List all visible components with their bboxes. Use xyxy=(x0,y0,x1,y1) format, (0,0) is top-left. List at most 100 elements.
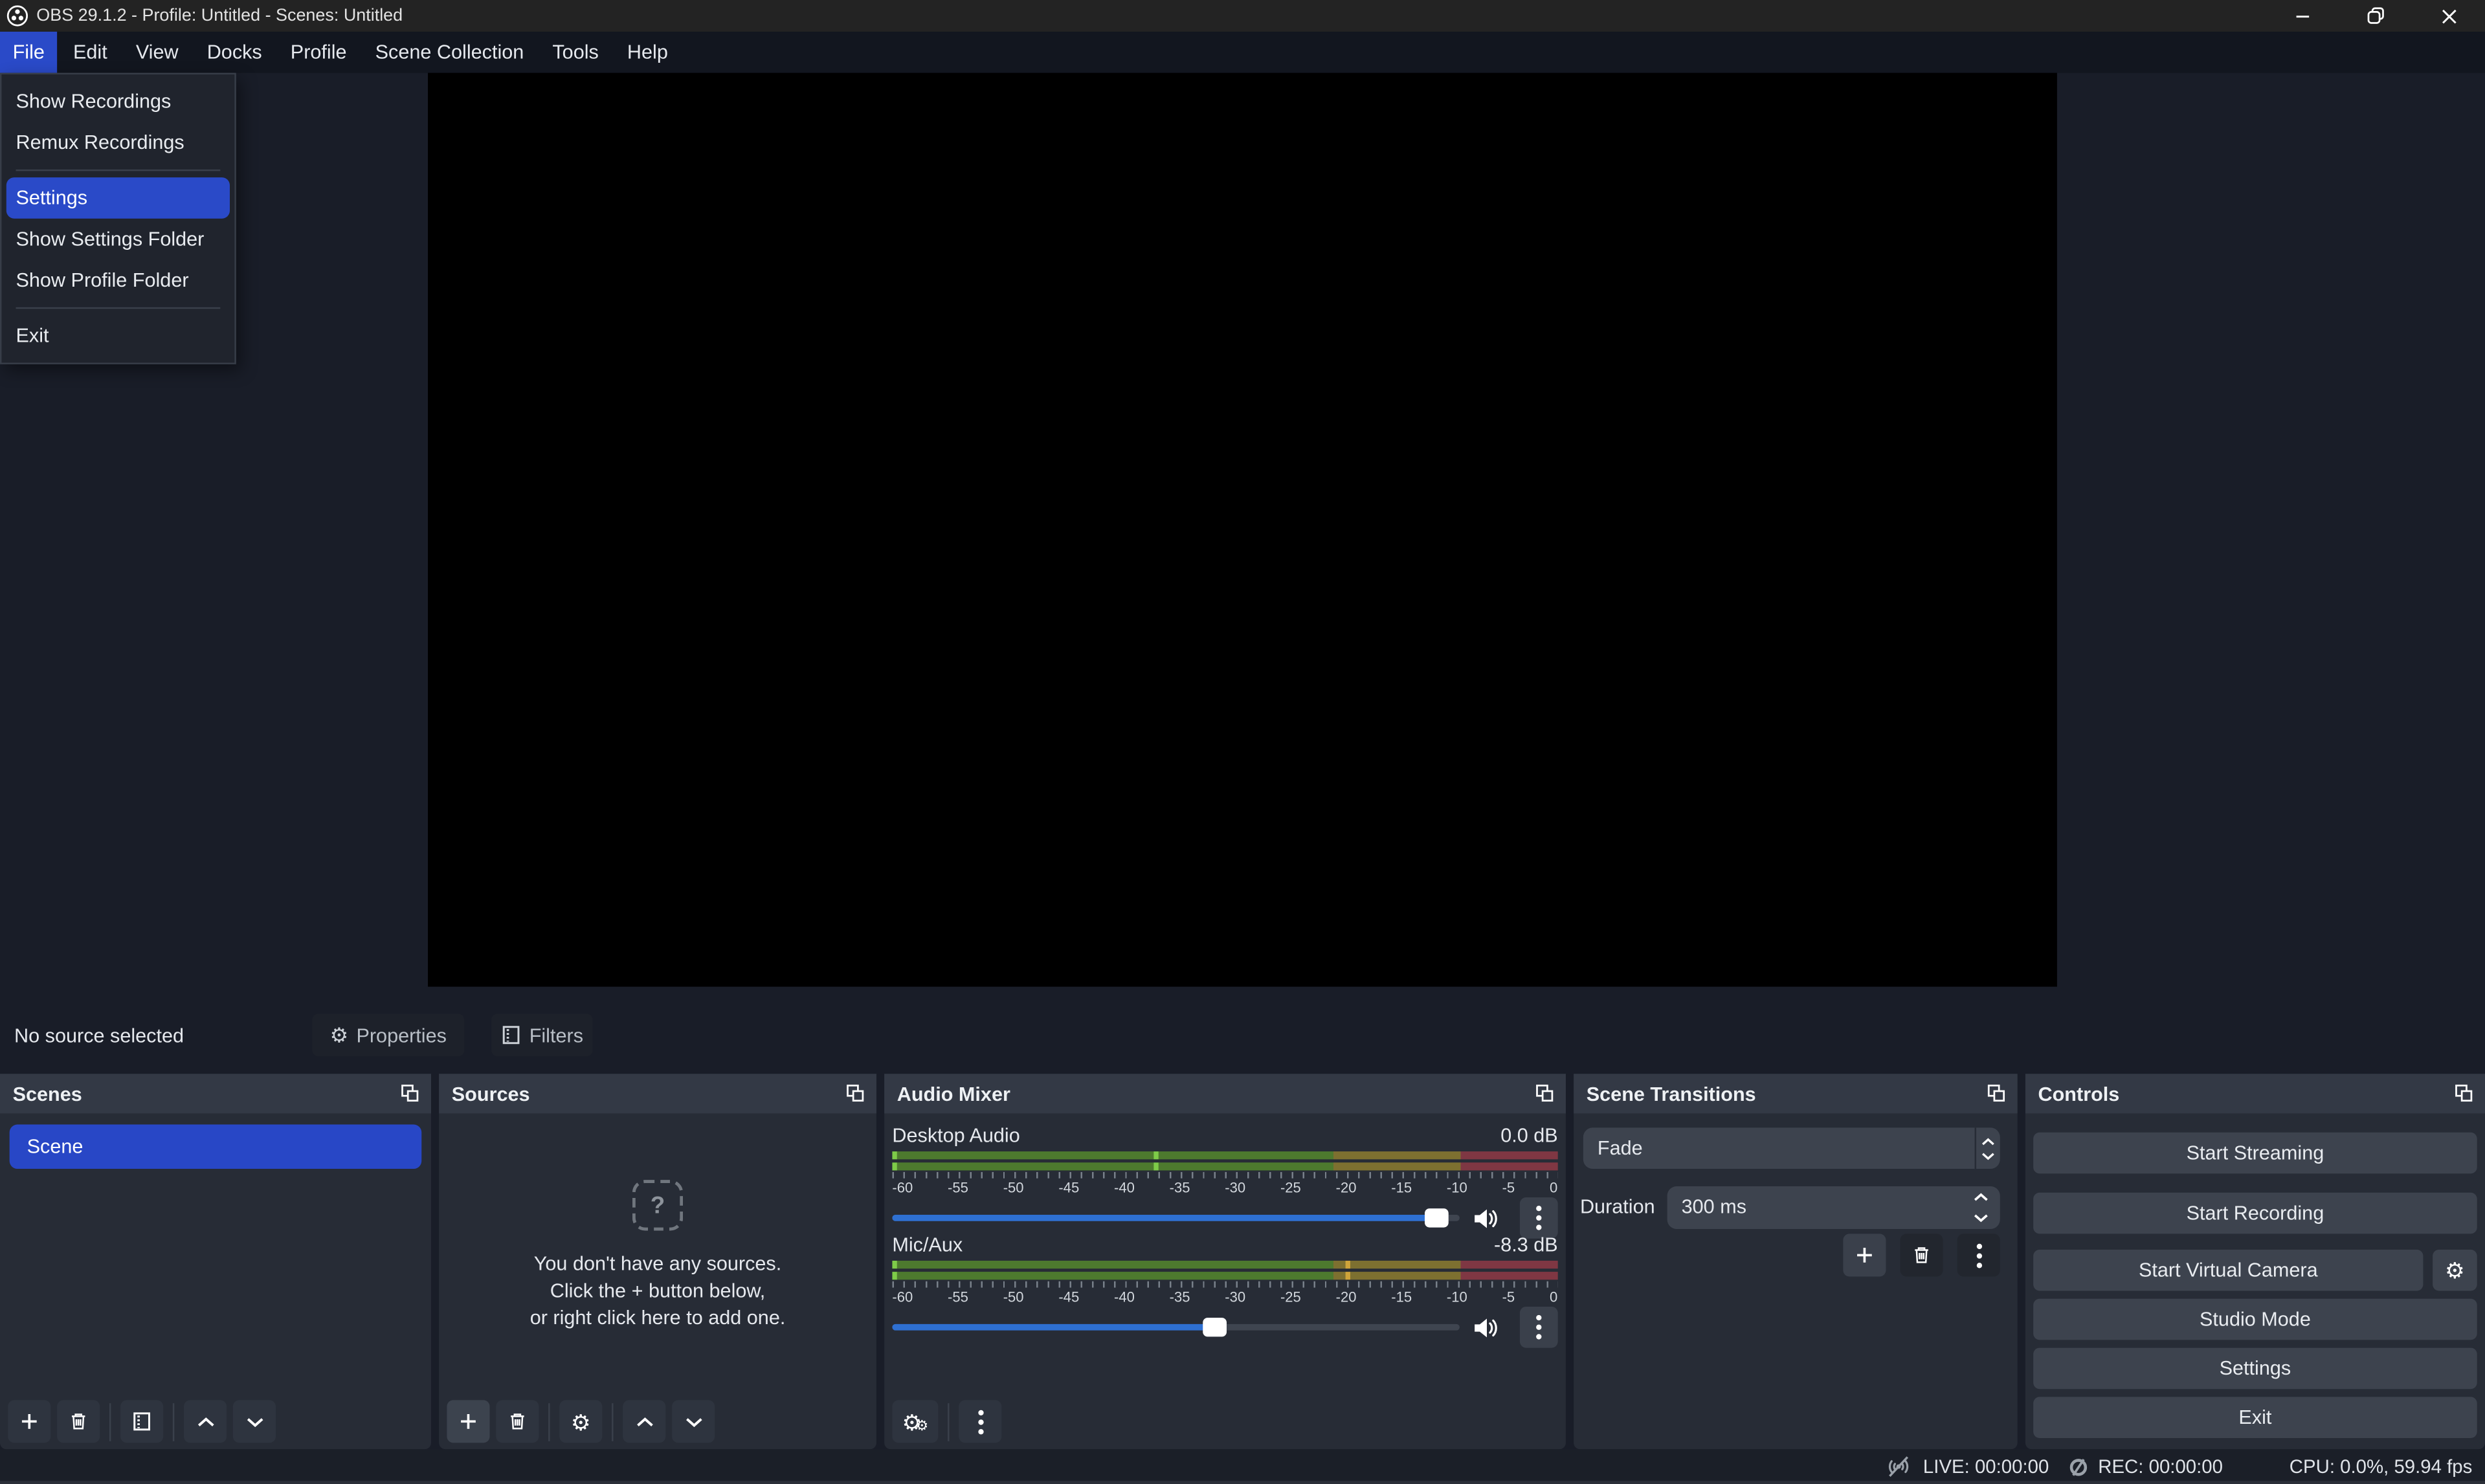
volume-slider[interactable] xyxy=(892,1215,1459,1221)
scene-transitions-panel-header[interactable]: Scene Transitions xyxy=(1574,1074,2018,1113)
preview-canvas[interactable] xyxy=(428,73,2057,987)
duration-decrement[interactable] xyxy=(1973,1213,1989,1223)
advanced-audio-button[interactable]: ⚙⚙ xyxy=(892,1400,938,1443)
scenes-toolbar xyxy=(8,1400,276,1443)
settings-button[interactable]: Settings xyxy=(2033,1348,2477,1390)
sources-empty-state: ? You don't have any sources. Click the … xyxy=(439,1180,876,1332)
obs-main-window: OBS 29.1.2 - Profile: Untitled - Scenes:… xyxy=(0,0,2485,1484)
meter-tick-label: -25 xyxy=(1280,1180,1301,1195)
toolbar-separator xyxy=(173,1402,174,1441)
start-streaming-button[interactable]: Start Streaming xyxy=(2033,1133,2477,1174)
gear-icon: ⚙ xyxy=(330,1024,349,1045)
file-menu-show-profile-folder[interactable]: Show Profile Folder xyxy=(1,260,234,301)
volume-slider-handle[interactable] xyxy=(1424,1208,1448,1227)
duration-input[interactable]: 300 ms xyxy=(1667,1186,2000,1229)
meter-tick-label: -20 xyxy=(1336,1180,1357,1195)
menu-separator xyxy=(16,170,220,171)
add-scene-button[interactable] xyxy=(8,1400,50,1443)
volume-slider-handle[interactable] xyxy=(1203,1318,1227,1336)
meter-tick-label: 0 xyxy=(1550,1180,1557,1195)
file-menu-dropdown: Show Recordings Remux Recordings Setting… xyxy=(0,73,236,364)
menu-help[interactable]: Help xyxy=(614,32,680,73)
menu-file[interactable]: File xyxy=(0,32,58,73)
add-source-button[interactable] xyxy=(447,1400,489,1443)
studio-mode-button[interactable]: Studio Mode xyxy=(2033,1299,2477,1340)
toolbar-separator xyxy=(548,1402,550,1441)
transition-menu-button[interactable] xyxy=(1957,1234,2000,1276)
speaker-icon[interactable] xyxy=(1472,1206,1499,1230)
rec-time-label: REC: 00:00:00 xyxy=(2098,1456,2223,1478)
file-menu-show-recordings[interactable]: Show Recordings xyxy=(1,81,234,122)
move-scene-down-button[interactable] xyxy=(233,1400,276,1443)
menu-view[interactable]: View xyxy=(123,32,191,73)
menu-tools[interactable]: Tools xyxy=(540,32,612,73)
volume-meter xyxy=(892,1261,1557,1279)
filters-button[interactable]: Filters xyxy=(491,1013,593,1056)
file-menu-exit[interactable]: Exit xyxy=(1,315,234,357)
volume-slider[interactable] xyxy=(892,1324,1459,1331)
sources-empty-area[interactable]: ? You don't have any sources. Click the … xyxy=(439,1113,876,1449)
start-recording-button[interactable]: Start Recording xyxy=(2033,1193,2477,1234)
move-source-down-button[interactable] xyxy=(672,1400,715,1443)
mixer-menu-button[interactable] xyxy=(959,1400,1001,1443)
menu-profile[interactable]: Profile xyxy=(278,32,359,73)
move-source-up-button[interactable] xyxy=(623,1400,665,1443)
start-virtual-camera-button[interactable]: Start Virtual Camera xyxy=(2033,1250,2423,1291)
meter-tick-label: -35 xyxy=(1170,1289,1190,1305)
file-menu-remux-recordings[interactable]: Remux Recordings xyxy=(1,122,234,163)
remove-transition-button[interactable] xyxy=(1900,1234,1943,1276)
mixer-toolbar: ⚙⚙ xyxy=(892,1400,1001,1443)
menubar: File Edit View Docks Profile Scene Colle… xyxy=(0,32,2485,73)
minimize-button[interactable] xyxy=(2266,0,2339,32)
dock-area: Scenes Scene Sou xyxy=(0,1074,2485,1449)
speaker-icon[interactable] xyxy=(1472,1315,1499,1339)
duration-increment[interactable] xyxy=(1973,1193,1989,1202)
meter-tick-labels: -60-55-50-45-40-35-30-25-20-15-10-50 xyxy=(892,1289,1557,1305)
remove-scene-button[interactable] xyxy=(57,1400,100,1443)
restore-button[interactable] xyxy=(2339,0,2413,32)
add-transition-button[interactable] xyxy=(1843,1234,1886,1276)
close-button[interactable] xyxy=(2412,0,2485,32)
exit-button[interactable]: Exit xyxy=(2033,1397,2477,1438)
filter-icon xyxy=(501,1024,522,1045)
scene-transitions-panel: Scene Transitions Fade Duration 300 ms xyxy=(1574,1074,2018,1449)
meter-tick-label: -10 xyxy=(1447,1289,1467,1305)
scene-list-item[interactable]: Scene xyxy=(10,1125,422,1169)
meter-tick-label: -10 xyxy=(1447,1180,1467,1195)
channel-name-label: Mic/Aux xyxy=(892,1234,963,1256)
menu-edit[interactable]: Edit xyxy=(60,32,120,73)
file-menu-settings[interactable]: Settings xyxy=(6,177,230,219)
properties-button[interactable]: ⚙ Properties xyxy=(312,1013,464,1056)
remove-source-button[interactable] xyxy=(496,1400,539,1443)
menu-scene-collection[interactable]: Scene Collection xyxy=(362,32,537,73)
plus-icon xyxy=(19,1411,39,1432)
scenes-panel-header[interactable]: Scenes xyxy=(0,1074,431,1113)
menu-docks[interactable]: Docks xyxy=(194,32,274,73)
meter-tick-label: -25 xyxy=(1280,1289,1301,1305)
source-properties-button[interactable]: ⚙ xyxy=(559,1400,602,1443)
gear-icon: ⚙ xyxy=(2445,1259,2465,1281)
statusbar: LIVE: 00:00:00 REC: 00:00:00 CPU: 0.0%, … xyxy=(0,1449,2485,1484)
file-menu-show-settings-folder[interactable]: Show Settings Folder xyxy=(1,219,234,260)
channel-db-label: -8.3 dB xyxy=(1494,1234,1558,1256)
live-time-label: LIVE: 00:00:00 xyxy=(1923,1456,2049,1478)
virtual-camera-config-button[interactable]: ⚙ xyxy=(2433,1250,2477,1291)
transition-select[interactable]: Fade xyxy=(1583,1127,2000,1169)
move-scene-up-button[interactable] xyxy=(184,1400,227,1443)
filter-icon xyxy=(131,1411,152,1432)
chevron-down-icon xyxy=(684,1415,702,1428)
audio-mixer-panel-header[interactable]: Audio Mixer xyxy=(884,1074,1566,1113)
controls-panel-header[interactable]: Controls xyxy=(2025,1074,2485,1113)
gear-icon: ⚙ xyxy=(571,1410,591,1432)
sources-panel-header[interactable]: Sources xyxy=(439,1074,876,1113)
toolbar-separator xyxy=(948,1402,949,1441)
channel-menu-button[interactable] xyxy=(1520,1307,1558,1348)
toolbar-separator xyxy=(109,1402,111,1441)
select-spinner[interactable] xyxy=(1975,1127,2000,1169)
sources-toolbar: ⚙ xyxy=(447,1400,715,1443)
scene-filters-button[interactable] xyxy=(120,1400,163,1443)
scenes-panel: Scenes Scene xyxy=(0,1074,431,1449)
double-gear-icon: ⚙⚙ xyxy=(902,1410,929,1432)
meter-tick-label: -60 xyxy=(892,1289,913,1305)
chevron-up-icon xyxy=(195,1415,214,1428)
